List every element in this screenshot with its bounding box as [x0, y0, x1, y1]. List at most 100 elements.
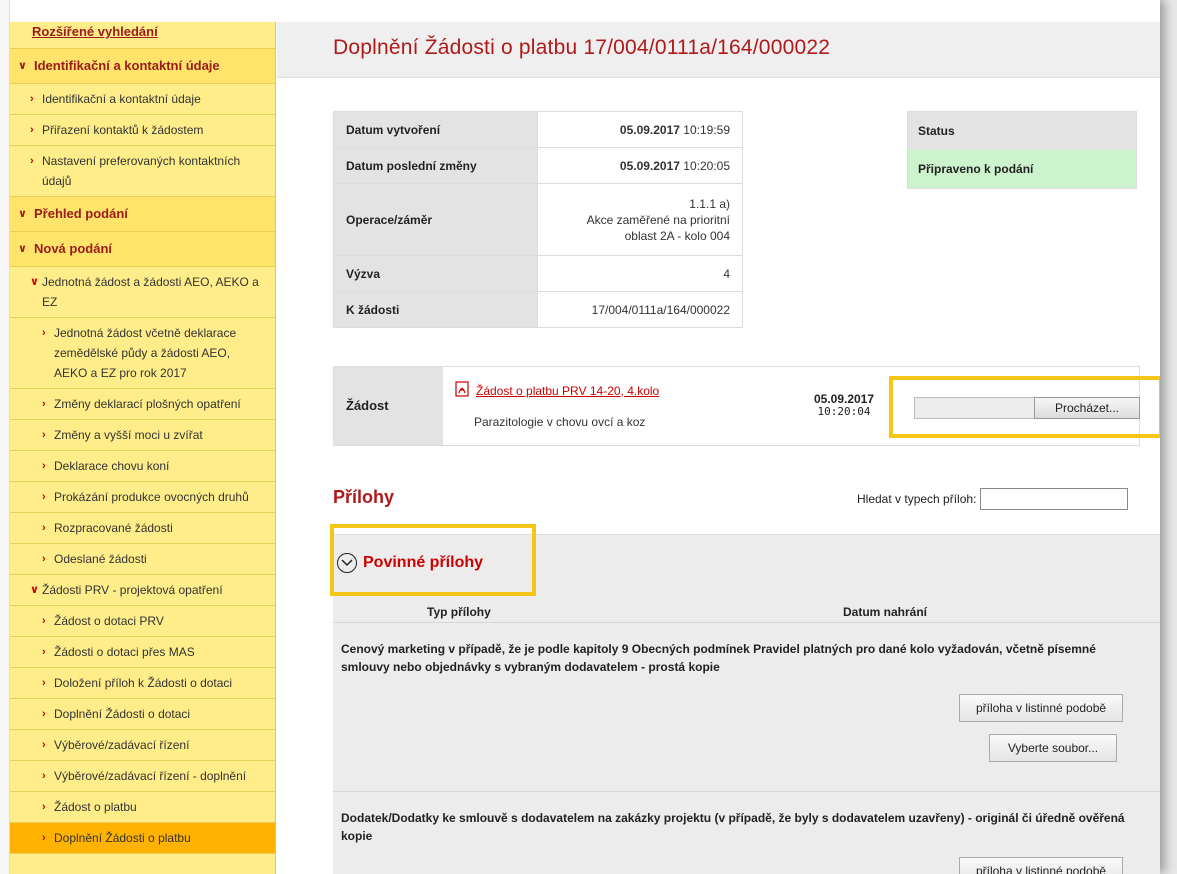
sidebar-item-label: Změny a vyšší moci u zvířat: [54, 428, 203, 442]
sidebar-item[interactable]: › Rozpracované žádosti: [10, 513, 275, 544]
sidebar-item[interactable]: › Výběrové/zadávací řízení: [10, 730, 275, 761]
title-bar: Doplnění Žádosti o platbu 17/004/0111a/1…: [277, 22, 1160, 78]
sidebar-item-label: Doplnění Žádosti o dotaci: [54, 707, 191, 721]
created-label: Datum vytvoření: [333, 111, 538, 148]
chevron-down-icon: ∨: [18, 60, 27, 72]
request-file-label: Žádost: [334, 367, 443, 445]
sidebar-item-label: Změny deklarací plošných opatření: [54, 397, 241, 411]
sidebar-item-label: Identifikační a kontaktní údaje: [42, 92, 201, 106]
sidebar-item[interactable]: › Nastavení preferovaných kontaktních úda…: [10, 146, 275, 197]
chevron-right-icon: ›: [42, 677, 46, 689]
sidebar-item-label: Odeslané žádosti: [54, 552, 147, 566]
sidebar-item[interactable]: › Žádost o platbu: [10, 792, 275, 823]
call-label: Výzva: [333, 255, 538, 292]
pdf-file-link[interactable]: Žádost o platbu PRV 14-20, 4.kolo: [476, 384, 659, 398]
pdf-icon: [454, 381, 470, 400]
window-left-edge: [0, 0, 10, 874]
info-row-call: Výzva 4: [333, 255, 743, 292]
sidebar-item[interactable]: ∨ Identifikační a kontaktní údaje: [10, 49, 275, 84]
chevron-down-icon: ∨: [30, 276, 39, 288]
chevron-right-icon: ›: [42, 327, 46, 339]
info-row-operation: Operace/záměr 1.1.1 a) Akce zaměřené na …: [333, 183, 743, 256]
highlight-mandatory-section: [330, 524, 536, 596]
sidebar-item[interactable]: › Doložení příloh k Žádosti o dotaci: [10, 668, 275, 699]
sidebar-item-label: Prokázání produkce ovocných druhů: [54, 490, 249, 504]
request-label: K žádosti: [333, 291, 538, 328]
operation-label: Operace/záměr: [333, 183, 538, 256]
chevron-right-icon: ›: [42, 491, 46, 503]
changed-value: 05.09.2017 10:20:05: [537, 147, 743, 184]
sidebar-item[interactable]: › Změny deklarací plošných opatření: [10, 389, 275, 420]
pdf-file: Žádost o platbu PRV 14-20, 4.kolo: [454, 381, 659, 400]
chevron-right-icon: ›: [42, 522, 46, 534]
sidebar-item-label: Rozpracované žádosti: [54, 521, 173, 535]
browser-window: Rozšířené vyhledání ∨ Identifikační a kont…: [0, 0, 1160, 874]
chevron-right-icon: ›: [42, 553, 46, 565]
changed-label: Datum poslední změny: [333, 147, 538, 184]
request-description: Parazitologie v chovu ovcí a koz: [474, 415, 646, 429]
attachment-type-text: Cenový marketing v případě, že je podle …: [341, 642, 1096, 674]
chevron-down-icon: ∨: [18, 243, 27, 255]
paper-attachment-button[interactable]: příloha v listinné podobě: [959, 694, 1123, 722]
chevron-right-icon: ›: [42, 739, 46, 751]
highlight-upload: [889, 376, 1160, 438]
sidebar-item-label: Žádost o dotaci PRV: [54, 614, 164, 628]
sidebar-item[interactable]: › Doplnění Žádosti o platbu: [10, 823, 275, 854]
sidebar-item[interactable]: Rozšířené vyhledání: [10, 22, 275, 49]
sidebar-item-label: Doplnění Žádosti o platbu: [54, 831, 191, 845]
sidebar-item[interactable]: › Deklarace chovu koní: [10, 451, 275, 482]
sidebar-item[interactable]: › Odeslané žádosti: [10, 544, 275, 575]
operation-value: 1.1.1 a) Akce zaměřené na prioritní obla…: [537, 183, 743, 256]
sidebar-item[interactable]: › Změny a vyšší moci u zvířat: [10, 420, 275, 451]
sidebar-item-label: Nastavení preferovaných kontaktních údaj…: [42, 154, 241, 188]
info-row-request: K žádosti 17/004/0111a/164/000022: [333, 291, 743, 328]
attachment-row: Dodatek/Dodatky ke smlouvě s dodavatelem…: [333, 793, 1160, 874]
chevron-right-icon: ›: [42, 801, 46, 813]
main-content: Doplnění Žádosti o platbu 17/004/0111a/1…: [277, 0, 1160, 874]
sidebar-item[interactable]: ∨ Žádosti PRV - projektová opatření: [10, 575, 275, 606]
sidebar-item[interactable]: ∨ Nová podání: [10, 232, 275, 267]
sidebar-item-label: Výběrové/zadávací řízení: [54, 738, 190, 752]
sidebar-item[interactable]: › Prokázání produkce ovocných druhů: [10, 482, 275, 513]
created-value: 05.09.2017 10:19:59: [537, 111, 743, 148]
paper-attachment-button[interactable]: příloha v listinné podobě: [959, 857, 1123, 874]
chevron-right-icon: ›: [42, 708, 46, 720]
sidebar-item-label: Doložení příloh k Žádosti o dotaci: [54, 676, 233, 690]
chevron-right-icon: ›: [42, 460, 46, 472]
attachments-heading: Přílohy: [333, 487, 395, 507]
request-value: 17/004/0111a/164/000022: [537, 291, 743, 328]
chevron-right-icon: ›: [42, 398, 46, 410]
col-type-header: Typ přílohy: [427, 605, 491, 619]
sidebar-item-label: Jednotná žádost včetně deklarace zeměděl…: [54, 326, 237, 380]
sidebar-item-label: Žádost o platbu: [54, 800, 137, 814]
chevron-right-icon: ›: [30, 124, 34, 136]
col-date-header: Datum nahrání: [843, 605, 928, 619]
sidebar-item-label: Přehled podání: [34, 206, 128, 221]
sidebar-item-label: Žádosti PRV - projektová opatření: [42, 583, 223, 597]
sidebar-item[interactable]: › Identifikační a kontaktní údaje: [10, 84, 275, 115]
select-file-button[interactable]: Vyberte soubor...: [989, 734, 1117, 762]
sidebar-item[interactable]: › Žádosti o dotaci přes MAS: [10, 637, 275, 668]
sidebar-item[interactable]: ∨ Jednotná žádost a žádosti AEO, AEKO a E…: [10, 267, 275, 318]
chevron-down-icon: ∨: [30, 584, 39, 596]
attachment-type-text: Dodatek/Dodatky ke smlouvě s dodavatelem…: [341, 811, 1125, 843]
status-header: Status: [908, 112, 1136, 150]
sidebar-item[interactable]: › Žádost o dotaci PRV: [10, 606, 275, 637]
sidebar-item[interactable]: › Přiřazení kontaktů k žádostem: [10, 115, 275, 146]
info-row-created: Datum vytvoření 05.09.2017 10:19:59: [333, 111, 743, 148]
attachments-column-headers: Typ přílohy Datum nahrání: [333, 601, 1160, 623]
sidebar-item-label: Nová podání: [34, 241, 113, 256]
attachment-search-input[interactable]: [980, 488, 1129, 510]
sidebar-item-label: Identifikační a kontaktní údaje: [34, 58, 220, 73]
request-date: 05.09.2017 10:20:04: [813, 392, 875, 418]
sidebar-item[interactable]: › Jednotná žádost včetně deklarace zemědě…: [10, 318, 275, 389]
sidebar: Rozšířené vyhledání ∨ Identifikační a kont…: [10, 22, 276, 874]
sidebar-item[interactable]: › Doplnění Žádosti o dotaci: [10, 699, 275, 730]
chevron-right-icon: ›: [30, 93, 34, 105]
attachment-row: Cenový marketing v případě, že je podle …: [333, 624, 1160, 792]
sidebar-item[interactable]: › Výběrové/zadávací řízení - doplnění: [10, 761, 275, 792]
status-box: Status Připraveno k podání: [907, 111, 1137, 189]
sidebar-item[interactable]: ∨ Přehled podání: [10, 197, 275, 232]
status-badge: Připraveno k podání: [908, 150, 1136, 188]
info-table: Datum vytvoření 05.09.2017 10:19:59 Datu…: [333, 111, 743, 328]
